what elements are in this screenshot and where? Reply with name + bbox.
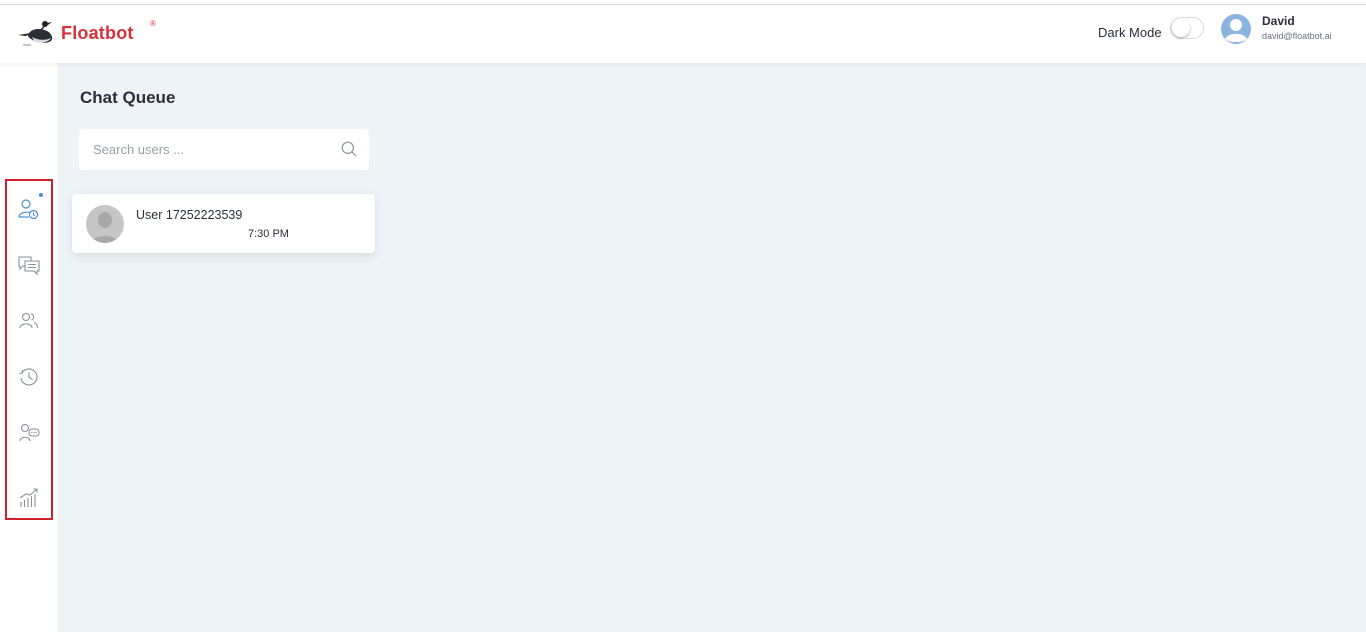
analytics-icon — [19, 488, 38, 507]
user-avatar[interactable] — [1221, 14, 1251, 44]
queue-user-name: User 17252223539 — [136, 208, 243, 222]
sidebar-highlight-box — [5, 179, 53, 520]
user-name: David — [1262, 14, 1295, 28]
sidebar-item-conversations[interactable] — [17, 253, 41, 277]
bird-logo-icon — [18, 21, 53, 46]
queue-time: 7:30 PM — [248, 228, 289, 240]
floatbot-logo[interactable]: Floatbot ® — [17, 19, 156, 49]
page-title: Chat Queue — [80, 88, 176, 107]
chat-queue-icon — [18, 199, 39, 220]
sidebar-item-history[interactable] — [17, 365, 41, 389]
search-box — [79, 129, 369, 170]
app-header: Floatbot ® Dark Mode David david@floatbo… — [0, 5, 1366, 63]
registered-mark: ® — [150, 19, 156, 28]
search-icon[interactable] — [341, 141, 357, 157]
sidebar-item-chat-queue[interactable] — [17, 197, 41, 221]
history-icon — [19, 368, 38, 386]
user-email: david@floatbot.ai — [1262, 31, 1332, 41]
sidebar-item-agent-chat[interactable] — [17, 421, 41, 445]
dark-mode-toggle[interactable] — [1170, 17, 1204, 39]
search-input[interactable] — [93, 139, 333, 159]
dark-mode-label: Dark Mode — [1098, 25, 1162, 40]
user-avatar-icon — [1221, 14, 1251, 44]
agent-chat-icon — [19, 423, 40, 442]
sidebar-item-users[interactable] — [17, 309, 41, 333]
user-placeholder-avatar-icon — [86, 205, 124, 243]
brand-name: Floatbot — [61, 22, 134, 43]
users-icon — [19, 312, 39, 329]
sidebar-item-analytics[interactable] — [17, 486, 41, 510]
notification-dot — [39, 193, 43, 197]
conversations-icon — [18, 256, 40, 276]
toggle-knob — [1172, 19, 1190, 37]
queue-item[interactable]: User 17252223539 7:30 PM — [72, 194, 375, 253]
